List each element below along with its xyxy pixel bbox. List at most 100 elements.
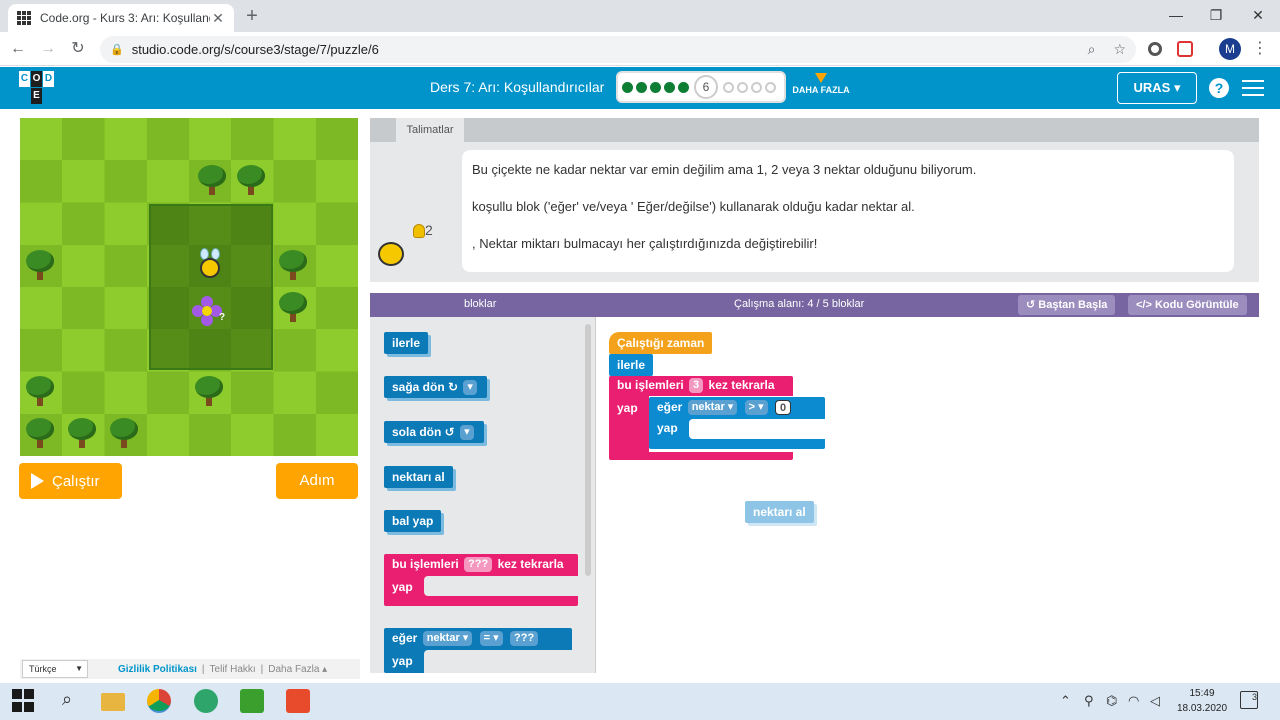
hint-button[interactable]: 2 [413,222,433,239]
progress-dot[interactable] [723,81,734,93]
lesson-title[interactable]: Ders 7: Arı: Koşullandırıcılar [430,79,604,95]
block-turn-left[interactable]: sola dön ↺ ▾ [384,421,484,443]
minimize-icon[interactable]: — [1156,0,1196,32]
tab-instructions[interactable]: Talimatlar [396,118,464,142]
dropdown-value: > [748,401,756,414]
progress-dot-complete[interactable] [622,81,633,93]
more-button[interactable]: DAHA FAZLA [791,73,851,95]
block-get-nectar[interactable]: nektarı al [384,466,453,488]
recorder-icon[interactable] [286,689,310,713]
network-icon[interactable]: ⌬ [1106,693,1117,709]
grass-tile [146,160,189,203]
user-name: URAS [1133,80,1171,95]
progress-dot-complete[interactable] [678,81,689,93]
block-if[interactable]: eğer nektar ▾ > ▾ 0 yap [649,397,825,449]
grass-tile [273,160,316,203]
grass-tile [146,413,189,456]
step-button[interactable]: Adım [276,463,358,499]
block-if[interactable]: eğer nektar ▾ = ▾ ??? yap [384,628,572,673]
block-forward[interactable]: ilerle [609,354,654,376]
copyright-link[interactable]: Telif Hakkı [210,664,256,675]
chrome-icon[interactable] [147,689,171,713]
reset-label: Baştan Başla [1038,299,1108,311]
user-menu-button[interactable]: URAS ▾ [1117,72,1197,104]
forward-icon[interactable]: → [36,37,60,61]
grass-tile [62,287,105,329]
new-tab-icon[interactable]: + [242,4,262,28]
progress-dot[interactable] [737,81,748,93]
value-field[interactable]: 0 [775,400,792,416]
close-window-icon[interactable]: ✕ [1238,0,1278,32]
grass-tile [104,118,147,160]
chevron-up-icon[interactable]: ⌃ [1060,693,1071,709]
grass-tile [62,244,105,287]
block-forward[interactable]: ilerle [384,332,429,354]
more-label: DAHA FAZLA [792,85,850,95]
bee-avatar-icon [374,234,408,268]
puzzle-progress: 6 [616,71,786,103]
privacy-link[interactable]: Gizlilik Politikası [118,664,197,675]
codeorg-favicon-icon [16,10,32,26]
dropdown[interactable]: ▾ [463,380,477,396]
dropdown[interactable]: ▾ [460,425,474,441]
grass-tile [104,371,147,414]
extension-pocket-icon[interactable] [1177,41,1193,57]
toolbox-scrollbar[interactable] [585,324,591,576]
operator-dropdown[interactable]: = ▾ [479,631,503,647]
menu-kebab-icon[interactable]: ⋮ [1252,38,1268,60]
language-select[interactable]: Türkçe ▼ [22,660,88,678]
close-tab-icon[interactable]: ✕ [210,10,226,27]
back-icon[interactable]: ← [6,37,30,61]
address-bar[interactable]: 🔒 studio.code.org/s/course3/stage/7/puzz… [100,36,1136,63]
repeat-count-field[interactable]: 3 [689,378,704,394]
operator-dropdown[interactable]: > ▾ [744,400,768,416]
progress-dot-complete[interactable] [664,81,675,93]
workspace-canvas[interactable]: Çalıştığı zaman ilerle bu işlemleri 3 ke… [597,317,1259,673]
block-when-run[interactable]: Çalıştığı zaman [609,332,713,354]
camtasia-icon[interactable] [240,689,264,713]
block-label: kez tekrarla [708,378,775,392]
clock[interactable]: 15:49 18.03.2020 [1172,686,1232,716]
block-label: yap [617,401,638,415]
variable-dropdown[interactable]: nektar ▾ [687,400,738,416]
reset-button[interactable]: ↺ Baştan Başla [1018,295,1116,315]
workspace-header: bloklar Çalışma alanı: 4 / 5 bloklar ↺ B… [370,293,1259,317]
progress-dot[interactable] [751,81,762,93]
grass-tile [104,244,147,287]
block-repeat[interactable]: bu işlemleri 3 kez tekrarla yap eğer nek… [609,376,825,460]
wifi-icon[interactable]: ◠ [1128,693,1139,709]
variable-dropdown[interactable]: nektar ▾ [422,631,473,647]
zoom-icon[interactable]: ⌕ [1088,41,1096,58]
more-link[interactable]: Daha Fazla ▴ [268,664,327,675]
block-repeat[interactable]: bu işlemleri ??? kez tekrarla yap [384,554,578,606]
game-canvas[interactable]: ? [20,118,358,456]
windows-start-icon[interactable] [12,689,36,713]
profile-avatar[interactable]: M [1219,38,1241,60]
block-make-honey[interactable]: bal yap [384,510,442,532]
value-field[interactable]: ??? [510,631,539,647]
grass-tile [315,244,358,287]
reload-icon[interactable]: ↻ [66,37,90,61]
block-get-nectar-floating[interactable]: nektarı al [745,501,814,523]
repeat-count-field[interactable]: ??? [464,557,493,573]
bookmark-star-icon[interactable]: ☆ [1113,41,1126,58]
file-explorer-icon[interactable] [101,693,125,711]
volume-icon[interactable]: ◁ [1150,693,1160,709]
browser-tab[interactable]: Code.org - Kurs 3: Arı: Koşullandı ✕ [8,4,234,32]
progress-dot[interactable] [765,81,776,93]
notification-icon[interactable]: 3 [1240,691,1258,709]
codeorg-logo[interactable]: C O D E [19,71,55,105]
progress-dot-complete[interactable] [636,81,647,93]
search-icon[interactable]: ⌕ [55,689,79,713]
block-turn-right[interactable]: sağa dön ↻ ▾ [384,376,487,398]
app-icon[interactable] [194,689,218,713]
run-button[interactable]: Çalıştır [19,463,122,499]
view-code-button[interactable]: </> Kodu Görüntüle [1128,295,1247,315]
hamburger-menu-icon[interactable] [1242,80,1264,96]
progress-dot-complete[interactable] [650,81,661,93]
restore-icon[interactable]: ❐ [1196,0,1236,32]
people-icon[interactable]: ⚲ [1084,693,1094,709]
help-icon[interactable]: ? [1209,78,1229,98]
extension-icon[interactable] [1148,42,1162,56]
progress-current-puzzle[interactable]: 6 [694,75,718,99]
